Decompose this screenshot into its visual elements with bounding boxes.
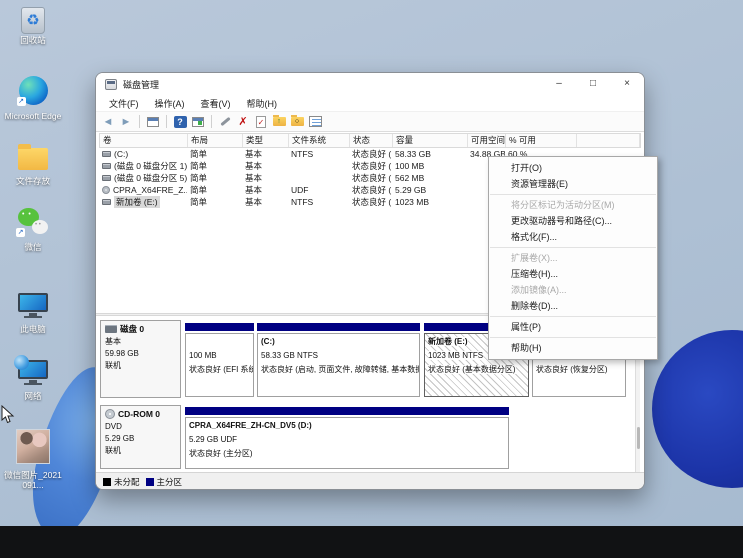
maximize-button[interactable]: □ bbox=[576, 73, 610, 95]
disk-management-app-icon bbox=[105, 79, 117, 90]
desktop-icon-edge[interactable]: ↗ Microsoft Edge bbox=[2, 76, 64, 122]
scrollbar-thumb[interactable] bbox=[637, 427, 640, 449]
toolbar-separator bbox=[139, 115, 140, 128]
volume-disk-icon bbox=[102, 175, 111, 181]
properties-check-icon[interactable]: ✓ bbox=[254, 115, 268, 129]
partition-color-bar bbox=[185, 323, 254, 331]
desktop-icon-image-file[interactable]: 微信图片_2021091... bbox=[2, 429, 64, 490]
menu-item-mark-active: 将分区标记为活动分区(M) bbox=[489, 197, 657, 213]
image-thumbnail bbox=[16, 429, 50, 464]
forward-icon[interactable]: ► bbox=[119, 115, 133, 129]
cd-rom-icon bbox=[105, 409, 115, 419]
column-volume[interactable]: 卷 bbox=[100, 134, 188, 147]
desktop-icon-label: 此电脑 bbox=[2, 325, 64, 335]
partition-color-bar bbox=[185, 407, 509, 415]
legend-unallocated: 未分配 bbox=[103, 476, 140, 488]
desktop-icon-label: Microsoft Edge bbox=[2, 112, 64, 122]
volume-table-header[interactable]: 卷 布局 类型 文件系统 状态 容量 可用空间 % 可用 bbox=[99, 133, 641, 148]
menu-item-help[interactable]: 帮助(H) bbox=[489, 340, 657, 356]
menu-item-open[interactable]: 打开(O) bbox=[489, 160, 657, 176]
desktop-icon-label: 微信图片_2021091... bbox=[2, 471, 64, 490]
help-icon[interactable]: ? bbox=[173, 115, 187, 129]
column-capacity[interactable]: 容量 bbox=[393, 134, 468, 147]
recycle-bin-icon: ♻ bbox=[21, 7, 45, 34]
this-pc-icon bbox=[18, 293, 48, 312]
tool-icon[interactable] bbox=[218, 115, 232, 129]
menu-separator bbox=[490, 316, 656, 317]
back-icon[interactable]: ◄ bbox=[101, 115, 115, 129]
title-bar[interactable]: 磁盘管理 – □ × bbox=[96, 73, 644, 95]
partition-c[interactable]: (C:) 58.33 GB NTFS 状态良好 (启动, 页面文件, 故障转储,… bbox=[257, 333, 420, 397]
menu-item-shrink-volume[interactable]: 压缩卷(H)... bbox=[489, 266, 657, 282]
column-type[interactable]: 类型 bbox=[243, 134, 289, 147]
column-pct-free[interactable]: % 可用 bbox=[506, 134, 577, 147]
menu-view[interactable]: 查看(V) bbox=[193, 97, 239, 110]
toolbar-separator bbox=[166, 115, 167, 128]
legend-swatch-unallocated bbox=[103, 478, 111, 486]
mouse-cursor bbox=[1, 405, 15, 425]
menu-item-format[interactable]: 格式化(F)... bbox=[489, 229, 657, 245]
toolbar: ◄ ► ? ✗ ✓ ↑ ○ bbox=[96, 112, 644, 132]
column-free-space[interactable]: 可用空间 bbox=[468, 134, 506, 147]
cdrom-header-panel[interactable]: CD-ROM 0 DVD 5.29 GB 联机 bbox=[100, 405, 181, 469]
desktop-icon-label: 文件存放 bbox=[2, 177, 64, 187]
menu-bar: 文件(F) 操作(A) 查看(V) 帮助(H) bbox=[96, 95, 644, 112]
delete-volume-icon[interactable]: ✗ bbox=[236, 115, 250, 129]
folder-icon bbox=[18, 148, 48, 170]
menu-file[interactable]: 文件(F) bbox=[101, 97, 147, 110]
menu-action[interactable]: 操作(A) bbox=[147, 97, 193, 110]
context-menu: 打开(O) 资源管理器(E) 将分区标记为活动分区(M) 更改驱动器号和路径(C… bbox=[488, 156, 658, 360]
partition-dvd[interactable]: CPRA_X64FRE_ZH-CN_DV5 (D:) 5.29 GB UDF 状… bbox=[185, 417, 509, 469]
menu-item-change-drive-letter[interactable]: 更改驱动器号和路径(C)... bbox=[489, 213, 657, 229]
desktop-icon-label: 回收站 bbox=[2, 36, 64, 46]
partition-color-bar bbox=[257, 323, 420, 331]
console-window-icon[interactable] bbox=[191, 115, 205, 129]
menu-item-extend-volume: 扩展卷(X)... bbox=[489, 250, 657, 266]
column-empty bbox=[577, 134, 640, 147]
window-title: 磁盘管理 bbox=[123, 78, 159, 91]
column-status[interactable]: 状态 bbox=[350, 134, 393, 147]
desktop-icon-label: 网络 bbox=[2, 392, 64, 402]
network-icon bbox=[18, 360, 48, 379]
shortcut-arrow-icon: ↗ bbox=[17, 97, 26, 106]
disk0-header-panel[interactable]: 磁盘 0 基本 59.98 GB 联机 bbox=[100, 320, 181, 398]
volume-disk-icon bbox=[102, 163, 111, 169]
legend-primary: 主分区 bbox=[146, 476, 183, 488]
volume-disk-icon bbox=[102, 151, 111, 157]
shortcut-arrow-icon: ↗ bbox=[16, 228, 25, 237]
menu-help[interactable]: 帮助(H) bbox=[239, 97, 286, 110]
desktop-icon-network[interactable]: 网络 bbox=[2, 360, 64, 402]
desktop-icon-label: 微信 bbox=[2, 243, 64, 253]
hard-disk-icon bbox=[105, 325, 117, 333]
menu-separator bbox=[490, 194, 656, 195]
menu-item-delete-volume[interactable]: 删除卷(D)... bbox=[489, 298, 657, 314]
menu-item-add-mirror: 添加镜像(A)... bbox=[489, 282, 657, 298]
desktop-icon-wechat[interactable]: ↗ 微信 bbox=[2, 208, 64, 253]
menu-item-properties[interactable]: 属性(P) bbox=[489, 319, 657, 335]
menu-separator bbox=[490, 337, 656, 338]
toolbar-separator bbox=[211, 115, 212, 128]
details-view-icon[interactable] bbox=[308, 115, 322, 129]
wallpaper-bloom-right-petal bbox=[652, 330, 743, 488]
legend-bar: 未分配 主分区 bbox=[96, 472, 644, 490]
menu-item-explorer[interactable]: 资源管理器(E) bbox=[489, 176, 657, 192]
desktop-icon-this-pc[interactable]: 此电脑 bbox=[2, 293, 64, 335]
desktop-icon-folder[interactable]: 文件存放 bbox=[2, 143, 64, 187]
legend-swatch-primary bbox=[146, 478, 154, 486]
desktop-icon-recycle-bin[interactable]: ♻ 回收站 bbox=[2, 7, 64, 46]
desktop: ♻ 回收站 ↗ Microsoft Edge 文件存放 ↗ 微信 此电脑 网络 … bbox=[0, 0, 743, 558]
folder-search-icon[interactable]: ○ bbox=[290, 115, 304, 129]
column-layout[interactable]: 布局 bbox=[188, 134, 243, 147]
minimize-button[interactable]: – bbox=[542, 73, 576, 95]
console-tree-icon[interactable] bbox=[146, 115, 160, 129]
taskbar: ∧ 中 14:31 2022/2/12 1 bbox=[0, 526, 743, 558]
close-button[interactable]: × bbox=[610, 73, 644, 95]
partition-efi[interactable]: 100 MB 状态良好 (EFI 系统分区) bbox=[185, 333, 254, 397]
menu-separator bbox=[490, 247, 656, 248]
volume-cd-icon bbox=[102, 186, 110, 194]
folder-up-icon[interactable]: ↑ bbox=[272, 115, 286, 129]
column-filesystem[interactable]: 文件系统 bbox=[289, 134, 350, 147]
volume-disk-icon bbox=[102, 199, 111, 205]
globe-icon bbox=[14, 355, 29, 370]
